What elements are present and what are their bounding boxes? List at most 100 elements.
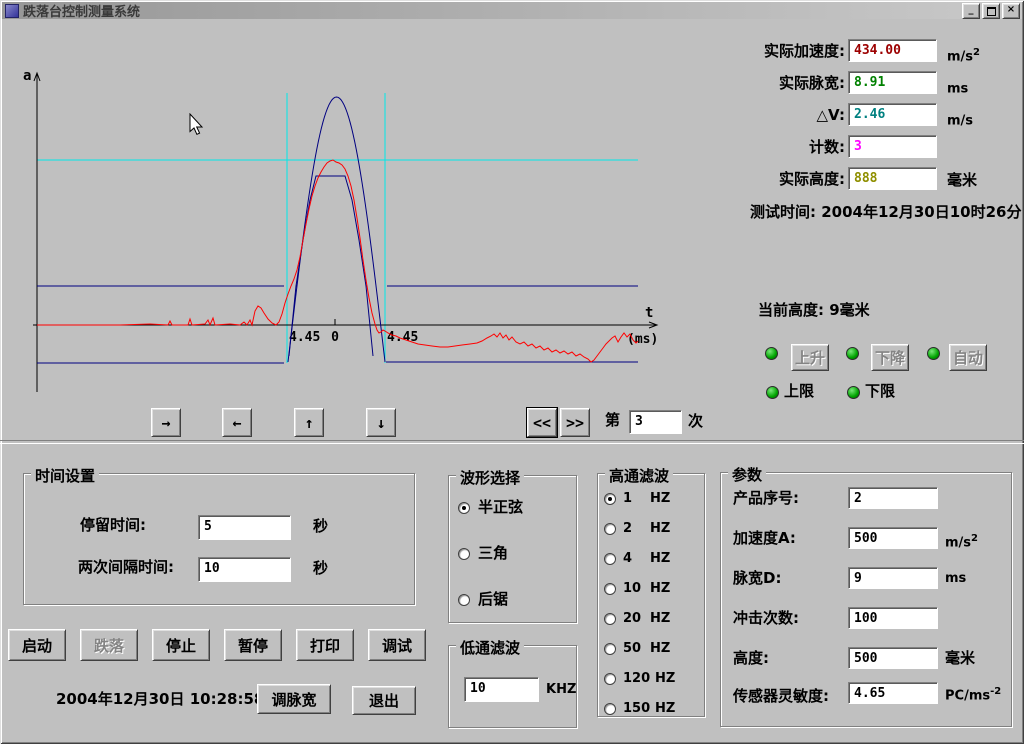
delta-v-unit-label: m/s	[947, 108, 973, 129]
acceleration-a-field[interactable]: 500	[848, 527, 938, 549]
pulse-width-d-field[interactable]: 9	[848, 567, 938, 589]
record-counter-suffix: 次	[688, 413, 703, 430]
count-label: 计数:	[700, 139, 845, 156]
scroll-right-button[interactable]: →	[151, 408, 181, 437]
dwell-time-label: 停留时间:	[80, 517, 146, 534]
previous-record-button[interactable]: <<	[527, 408, 557, 437]
interval-time-unit: 秒	[313, 560, 328, 577]
count-field[interactable]: 3	[848, 135, 937, 158]
field-value: 2.46	[854, 107, 885, 122]
highpass-120hz-label: 120	[623, 670, 650, 687]
descend-button[interactable]: 下降	[871, 344, 909, 371]
height-param-field[interactable]: 500	[848, 647, 938, 669]
record-counter-prefix: 第	[605, 412, 620, 429]
delta-v-field[interactable]: 2.46	[848, 103, 937, 126]
actual-acceleration-field[interactable]: 434.00	[848, 39, 937, 62]
waveform-select-title: 波形选择	[456, 467, 524, 488]
acceleration-a-label: 加速度A:	[733, 530, 796, 547]
section-divider	[0, 440, 1024, 444]
current-height-value: 9毫米	[829, 301, 869, 319]
scroll-up-button[interactable]: ↑	[294, 408, 324, 437]
highpass-1hz-radio[interactable]	[604, 493, 616, 505]
waveform-triangle-radio[interactable]	[458, 548, 470, 560]
actual-pulse-width-field[interactable]: 8.91	[848, 71, 937, 94]
left-arrow-icon: ←	[232, 414, 241, 432]
svg-text:0: 0	[331, 330, 339, 345]
highpass-20hz-radio[interactable]	[604, 613, 616, 625]
dwell-time-unit: 秒	[313, 518, 328, 535]
sensor-sensitivity-field[interactable]: 4.65	[848, 682, 938, 704]
highpass-unit-3: HZ	[650, 550, 670, 567]
highpass-unit-6: HZ	[650, 640, 670, 657]
app-window: { "window": {"title": "跌落台控制测量系统", "mini…	[0, 0, 1024, 744]
product-serial-field[interactable]: 2	[848, 487, 938, 509]
acceleration-unit-label: m/s2	[947, 44, 980, 65]
rise-button[interactable]: 上升	[791, 344, 829, 371]
actual-height-field[interactable]: 888	[848, 167, 937, 190]
actual-acceleration-label: 实际加速度:	[700, 43, 845, 60]
pause-button[interactable]: 暂停	[224, 629, 282, 661]
waveform-half-sine-radio[interactable]	[458, 502, 470, 514]
time-settings-title: 时间设置	[31, 465, 99, 486]
field-value: 888	[854, 171, 877, 186]
interval-time-field[interactable]: 10	[198, 557, 291, 582]
lower-limit-label: 下限	[865, 383, 895, 400]
next-record-button[interactable]: >>	[560, 408, 590, 437]
actual-height-label: 实际高度:	[700, 171, 845, 188]
upper-limit-led-indicator	[766, 386, 779, 399]
highpass-150hz-radio[interactable]	[604, 703, 616, 715]
dwell-time-field[interactable]: 5	[198, 515, 291, 540]
lowpass-value-field[interactable]: 10	[464, 677, 539, 702]
test-time: 测试时间: 2004年12月30日10时26分	[750, 204, 1021, 221]
highpass-10hz-radio[interactable]	[604, 583, 616, 595]
stop-button[interactable]: 停止	[152, 629, 210, 661]
highpass-unit-7: HZ	[655, 670, 675, 687]
auto-led-indicator	[927, 347, 940, 360]
parameters-title: 参数	[728, 464, 766, 485]
right-arrow-icon: →	[161, 414, 170, 432]
field-value: 3	[854, 139, 862, 154]
highpass-unit-4: HZ	[650, 580, 670, 597]
impact-count-field[interactable]: 100	[848, 607, 938, 629]
product-serial-label: 产品序号:	[733, 490, 799, 507]
waveform-sawtooth-radio[interactable]	[458, 594, 470, 606]
drop-button[interactable]: 跌落	[80, 629, 138, 661]
highpass-unit-8: HZ	[655, 700, 675, 717]
svg-text:(ms): (ms)	[627, 332, 658, 347]
highpass-50hz-radio[interactable]	[604, 643, 616, 655]
waveform-triangle-label: 三角	[478, 545, 508, 562]
highpass-150hz-label: 150	[623, 700, 650, 717]
adjust-pulse-width-button[interactable]: 调脉宽	[257, 684, 331, 714]
test-time-value: 2004年12月30日10时26分	[821, 203, 1021, 221]
down-arrow-icon: ↓	[376, 414, 385, 432]
down-led-indicator	[846, 347, 859, 360]
auto-button[interactable]: 自动	[949, 344, 987, 371]
svg-text:4.45: 4.45	[289, 330, 320, 345]
lowpass-filter-title: 低通滤波	[456, 637, 524, 658]
pulse-width-d-label: 脉宽D:	[733, 570, 781, 587]
highpass-1hz-label: 1	[623, 490, 632, 507]
sensor-sensitivity-label: 传感器灵敏度:	[733, 688, 829, 705]
lower-limit-led-indicator	[847, 386, 860, 399]
highpass-4hz-label: 4	[623, 550, 632, 567]
exit-button[interactable]: 退出	[352, 686, 416, 715]
highpass-2hz-radio[interactable]	[604, 523, 616, 535]
highpass-4hz-radio[interactable]	[604, 553, 616, 565]
scroll-down-button[interactable]: ↓	[366, 408, 396, 437]
record-number-field[interactable]: 3	[629, 410, 682, 434]
current-height: 当前高度: 9毫米	[758, 302, 870, 319]
print-button[interactable]: 打印	[296, 629, 354, 661]
sensor-sensitivity-unit: PC/ms-2	[945, 683, 1001, 704]
lowpass-unit-label: KHZ	[546, 681, 576, 698]
actual-pulse-width-label: 实际脉宽:	[700, 75, 845, 92]
highpass-2hz-label: 2	[623, 520, 632, 537]
height-param-label: 高度:	[733, 650, 769, 667]
start-button[interactable]: 启动	[8, 629, 66, 661]
highpass-unit-5: HZ	[650, 610, 670, 627]
highpass-20hz-label: 20	[623, 610, 641, 627]
debug-button[interactable]: 调试	[368, 629, 426, 661]
waveform-sawtooth-label: 后锯	[478, 591, 508, 608]
scroll-left-button[interactable]: ←	[222, 408, 252, 437]
datetime-display: 2004年12月30日 10:28:58	[56, 691, 264, 708]
highpass-120hz-radio[interactable]	[604, 673, 616, 685]
